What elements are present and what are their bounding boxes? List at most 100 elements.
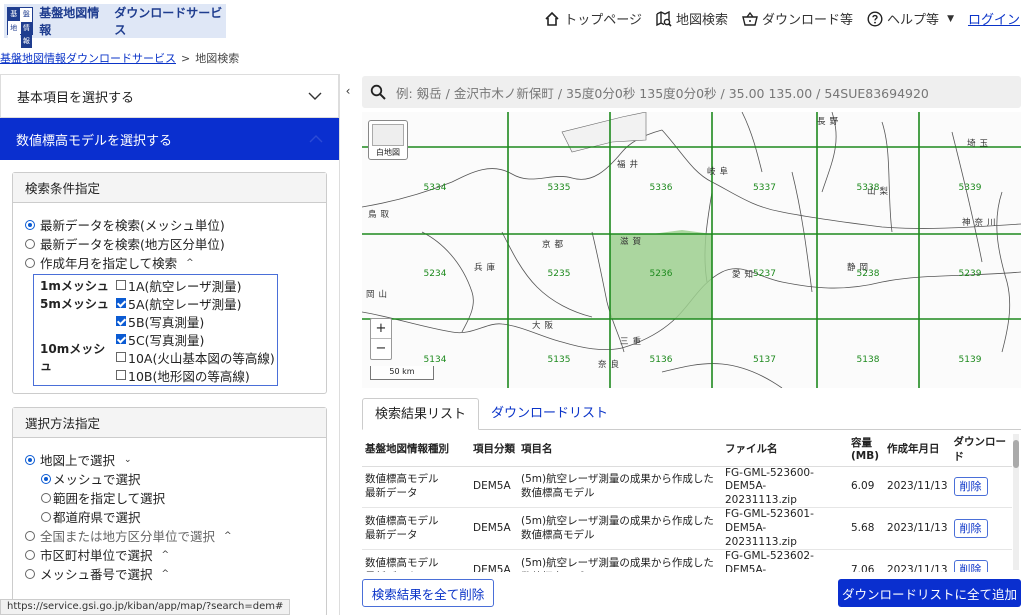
delete-button[interactable]: 削除	[953, 560, 988, 572]
checkbox-5a[interactable]	[116, 298, 126, 308]
option-by-range[interactable]: 範囲を指定して選択	[13, 488, 326, 507]
cell-class: DEM5A	[470, 507, 518, 551]
place-name-label: 滋賀	[620, 236, 645, 247]
caret-up-icon: ^	[224, 530, 232, 541]
mesh-type-selector: 1mメッシュ 1A(航空レーザ測量) 5mメッシュ 5A(航空レーザ測量) 5B(写…	[33, 274, 278, 386]
cell-kind-text: 最新データ	[365, 486, 418, 499]
cell-size-text: 5.68	[851, 522, 875, 535]
nav-help[interactable]: ヘルプ等 ▼	[867, 9, 954, 28]
cell-kind-text: 数値標高モデル	[365, 557, 439, 570]
accordion-dem[interactable]: 数値標高モデルを選択する	[0, 118, 339, 160]
breadcrumb-root-link[interactable]: 基盤地図情報ダウンロードサービス	[0, 52, 176, 65]
place-name-label: 三重	[620, 336, 645, 347]
cell-kind-text: 最新データ	[365, 528, 418, 541]
table-row: 数値標高モデル最新データDEM5A(5m)航空レーザ測量の成果から作成した数値標…	[362, 507, 1012, 551]
place-name-label: 大阪	[532, 320, 557, 331]
radio-button[interactable]	[25, 568, 35, 579]
option-on-map[interactable]: 地図上で選択 ⌄	[13, 450, 326, 469]
results-table-container: 基盤地図情報種別 項目分類 項目名 ファイル名 容量(MB) 作成年月日 ダウン…	[362, 432, 1012, 572]
cell-class: DEM5A	[470, 466, 518, 509]
radio-button[interactable]	[41, 492, 51, 503]
checkbox-1a[interactable]	[116, 280, 126, 290]
place-search-bar[interactable]: 例: 剱岳 / 金沢市木ノ新保町 / 35度0分0秒 135度0分0秒 / 35…	[362, 76, 1021, 108]
map-view[interactable]: 5334 5335 5336 5337 5338 5339 5234 5235 5236 5237…	[362, 112, 1021, 388]
cell-item-text: 数値標高モデル	[521, 571, 719, 572]
nav-top-page[interactable]: トップページ	[544, 9, 642, 28]
radio-button[interactable]	[25, 238, 35, 249]
option-by-prefecture[interactable]: 都道府県で選択	[13, 507, 326, 526]
cell-kind: 数値標高モデル最新データ	[362, 466, 470, 509]
place-name-label: 鳥取	[368, 209, 393, 220]
mesh-code-label: 5139	[959, 355, 982, 365]
option-by-mesh[interactable]: メッシュで選択	[13, 469, 326, 488]
delete-button[interactable]: 削除	[953, 518, 988, 538]
checkbox-10b[interactable]	[116, 370, 126, 380]
option-by-city[interactable]: 市区町村単位で選択 ^	[13, 545, 326, 564]
checkbox-10a[interactable]	[116, 352, 126, 362]
breadcrumb: 基盤地図情報ダウンロードサービス > 地図検索	[0, 50, 239, 66]
radio-button[interactable]	[25, 549, 35, 560]
home-icon	[545, 11, 559, 26]
option-by-date[interactable]: 作成年月を指定して検索 ^	[13, 253, 326, 272]
status-url: https://service.gsi.go.jp/kiban/app/map/…	[0, 599, 291, 615]
option-by-mesh-number[interactable]: メッシュ番号で選択 ^	[13, 564, 326, 583]
checkbox-5b[interactable]	[116, 316, 126, 326]
help-icon	[867, 10, 883, 27]
cell-file-text: 20231113.zip	[725, 535, 797, 548]
option-latest-region[interactable]: 最新データを検索(地方区分単位)	[13, 234, 326, 253]
cell-class: DEM5A	[470, 549, 518, 572]
cell-date: 2023/11/13	[884, 466, 951, 509]
cell-item-text: 数値標高モデル	[521, 486, 595, 499]
table-scrollbar[interactable]	[1013, 434, 1019, 570]
cell-download: 削除	[950, 549, 1012, 572]
place-name-label: 岐阜	[707, 166, 732, 177]
mesh-code-label: 5134	[424, 355, 447, 365]
radio-button[interactable]	[25, 257, 35, 268]
cell-kind: 数値標高モデル最新データ	[362, 549, 470, 572]
cell-size: 6.09	[848, 466, 884, 509]
radio-button[interactable]	[41, 511, 51, 522]
radio-button[interactable]	[41, 473, 51, 484]
mesh-code-label: 5135	[548, 355, 571, 365]
search-input[interactable]: 例: 剱岳 / 金沢市木ノ新保町 / 35度0分0秒 135度0分0秒 / 35…	[396, 83, 929, 102]
tab-download-list[interactable]: ダウンロードリスト	[479, 398, 620, 430]
chevron-left-icon: ‹	[345, 84, 351, 98]
checkbox-5c[interactable]	[116, 334, 126, 344]
delete-button[interactable]: 削除	[953, 476, 988, 496]
tab-search-results[interactable]: 検索結果リスト	[362, 398, 480, 430]
zoom-in-button[interactable]: +	[371, 319, 391, 339]
lake-shape	[561, 112, 647, 153]
cell-class-text: DEM5A	[473, 480, 511, 493]
nav-download[interactable]: ダウンロード等	[742, 9, 853, 28]
selection-method-title: 選択方法指定	[13, 408, 326, 438]
results-table: 基盤地図情報種別 項目分類 項目名 ファイル名 容量(MB) 作成年月日 ダウン…	[362, 432, 1012, 572]
radio-button[interactable]	[25, 219, 35, 230]
col-size: 容量(MB)	[848, 432, 884, 467]
option-by-region[interactable]: 全国または地方区分単位で選択 ^	[13, 526, 326, 545]
collapse-panel-button[interactable]: ‹	[340, 74, 356, 108]
mesh-code-label: 5136	[650, 355, 673, 365]
accordion-basic-items[interactable]: 基本項目を選択する	[0, 74, 339, 118]
add-all-to-download-list-button[interactable]: ダウンロードリストに全て追加	[838, 579, 1021, 607]
cell-file: FG-GML-523601-DEM5A- 20231113.zip	[722, 507, 848, 551]
place-name-label: 静岡	[847, 262, 872, 273]
mesh-code-label: 5235	[548, 269, 571, 279]
radio-button[interactable]	[25, 454, 35, 465]
cell-date-text: 2023/11/13	[887, 522, 948, 535]
map-canvas[interactable]: 5334 5335 5336 5337 5338 53395234 5235 5236 5237…	[362, 112, 1021, 388]
cell-download: 削除	[950, 466, 1012, 509]
radio-button[interactable]	[25, 530, 35, 541]
scrollbar-thumb[interactable]	[1013, 440, 1019, 468]
basemap-switch-button[interactable]: 白地図	[368, 120, 408, 160]
site-logo[interactable]: 基 盤 地 情報 基盤地図情報 ダウンロードサービス	[4, 4, 226, 48]
cell-item-text: 数値標高モデル	[521, 528, 595, 541]
zoom-control: + −	[370, 318, 392, 360]
mesh-code-label: 5234	[424, 269, 447, 279]
zoom-out-button[interactable]: −	[371, 339, 391, 359]
cell-item: (5m)航空レーザ測量の成果から作成した数値標高モデル	[518, 466, 722, 509]
option-latest-mesh[interactable]: 最新データを検索(メッシュ単位)	[13, 215, 326, 234]
clear-results-button[interactable]: 検索結果を全て削除	[362, 579, 494, 607]
nav-map-search[interactable]: 地図検索	[656, 9, 728, 28]
mesh-code-label: 5339	[959, 183, 982, 193]
login-link[interactable]: ログイン	[968, 9, 1020, 28]
